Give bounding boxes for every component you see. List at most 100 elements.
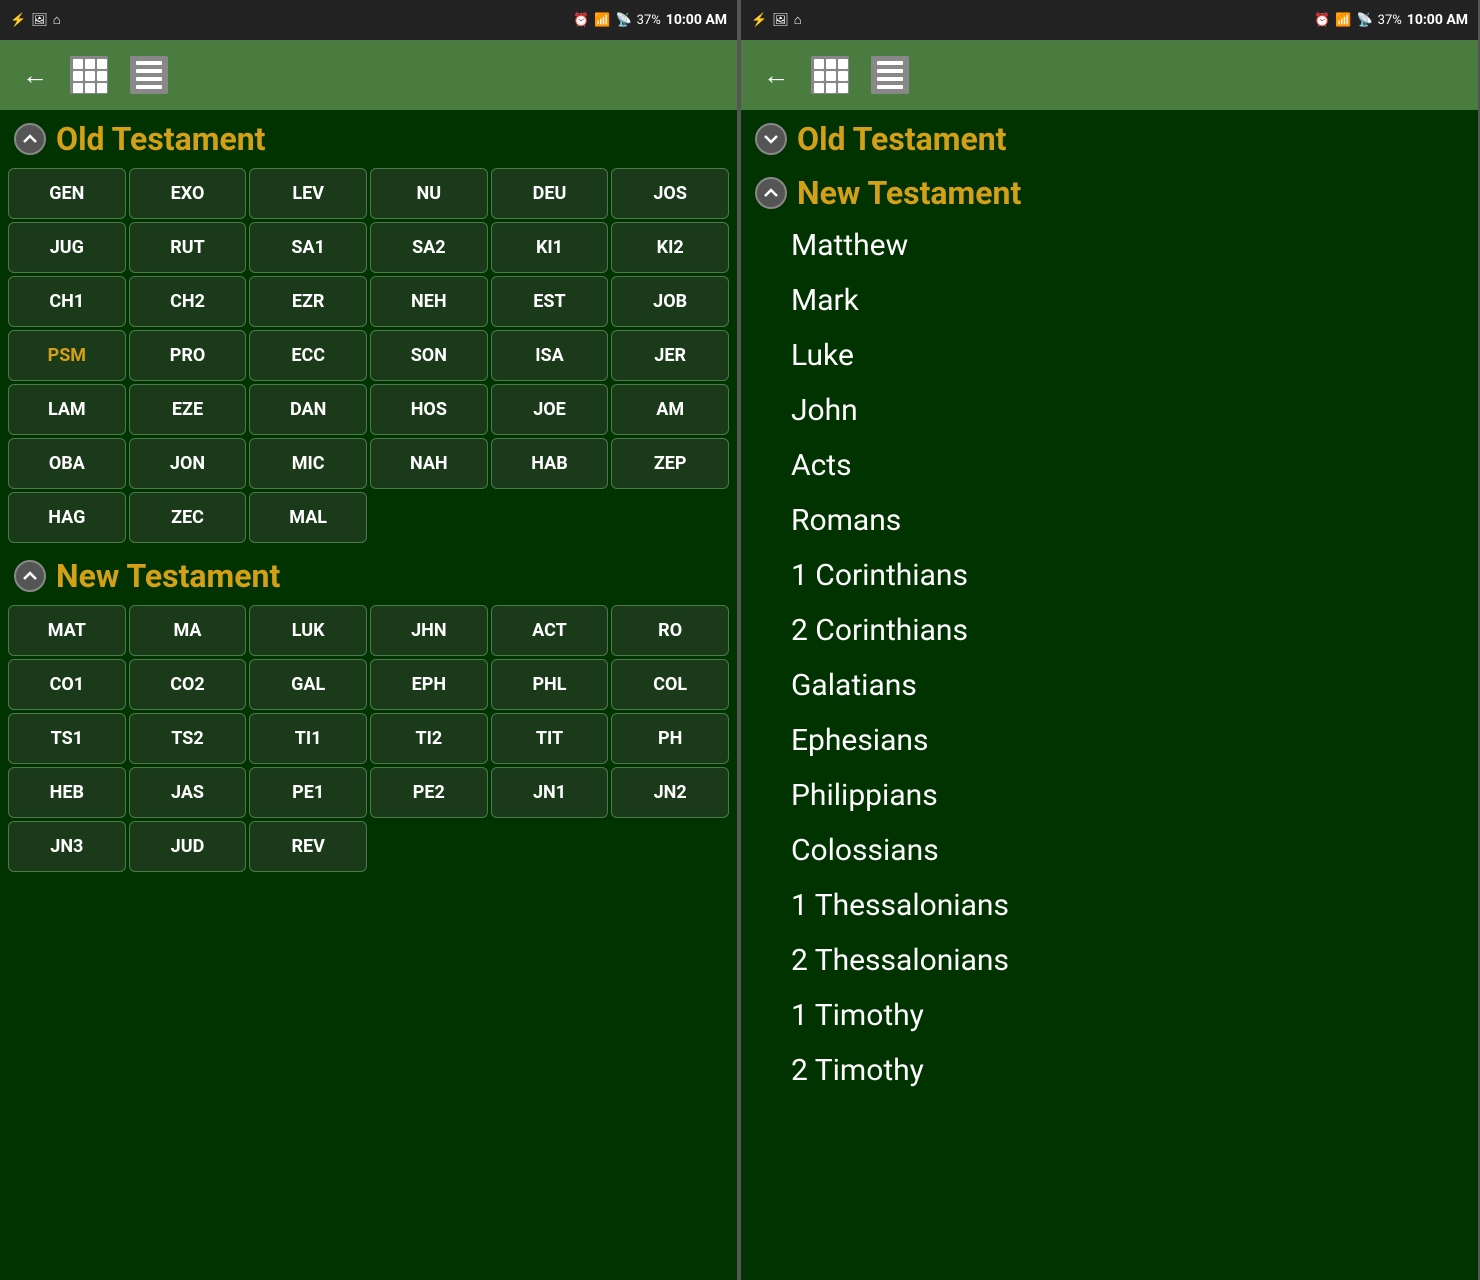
book-cell-pe2[interactable]: PE2 (370, 767, 488, 818)
book-cell-am[interactable]: AM (611, 384, 729, 435)
book-cell-psm[interactable]: PSM (8, 330, 126, 381)
book-cell-ph[interactable]: PH (611, 713, 729, 764)
book-cell-nu[interactable]: NU (370, 168, 488, 219)
book-cell-luk[interactable]: LUK (249, 605, 367, 656)
book-cell-est[interactable]: EST (491, 276, 609, 327)
book-cell-ts2[interactable]: TS2 (129, 713, 247, 764)
book-cell-ecc[interactable]: ECC (249, 330, 367, 381)
new-testament-title-left: New Testament (56, 557, 280, 595)
status-bar-right: ⚡ 🖼 ⌂ ⏰ 📶 📡 37% 10:00 AM (741, 0, 1478, 40)
book-cell-tit[interactable]: TIT (491, 713, 609, 764)
book-cell-ki1[interactable]: KI1 (491, 222, 609, 273)
book-cell-jn3[interactable]: JN3 (8, 821, 126, 872)
book-cell-mat[interactable]: MAT (8, 605, 126, 656)
book-cell-jhn[interactable]: JHN (370, 605, 488, 656)
list-item-ephesians[interactable]: Ephesians (741, 713, 1478, 768)
list-item-john[interactable]: John (741, 383, 1478, 438)
list-item-2-thessalonians[interactable]: 2 Thessalonians (741, 933, 1478, 988)
book-cell-sa2[interactable]: SA2 (370, 222, 488, 273)
book-cell-deu[interactable]: DEU (491, 168, 609, 219)
book-cell-ro[interactable]: RO (611, 605, 729, 656)
book-cell-jas[interactable]: JAS (129, 767, 247, 818)
list-item-mark[interactable]: Mark (741, 273, 1478, 328)
book-cell-co2[interactable]: CO2 (129, 659, 247, 710)
book-cell-eze[interactable]: EZE (129, 384, 247, 435)
book-cell-jn2[interactable]: JN2 (611, 767, 729, 818)
old-testament-header-right: Old Testament (741, 110, 1478, 164)
book-cell-zec[interactable]: ZEC (129, 492, 247, 543)
book-cell-mal[interactable]: MAL (249, 492, 367, 543)
battery-right: 37% (1378, 13, 1402, 28)
book-cell-jug[interactable]: JUG (8, 222, 126, 273)
book-cell-lev[interactable]: LEV (249, 168, 367, 219)
book-cell-dan[interactable]: DAN (249, 384, 367, 435)
grid-view-button-left[interactable] (66, 52, 112, 98)
grid-view-button-right[interactable] (807, 52, 853, 98)
back-button-left[interactable]: ← (18, 58, 52, 92)
new-testament-chevron-right[interactable] (755, 177, 787, 209)
book-cell-gen[interactable]: GEN (8, 168, 126, 219)
book-cell-ch2[interactable]: CH2 (129, 276, 247, 327)
book-cell-ezr[interactable]: EZR (249, 276, 367, 327)
book-cell-rev[interactable]: REV (249, 821, 367, 872)
book-cell-jer[interactable]: JER (611, 330, 729, 381)
book-cell-zep[interactable]: ZEP (611, 438, 729, 489)
status-right-left: ⏰ 📶 📡 37% 10:00 AM (573, 12, 727, 28)
book-cell-isa[interactable]: ISA (491, 330, 609, 381)
book-cell-jos[interactable]: JOS (611, 168, 729, 219)
book-cell-ch1[interactable]: CH1 (8, 276, 126, 327)
book-cell-act[interactable]: ACT (491, 605, 609, 656)
list-item-2-corinthians[interactable]: 2 Corinthians (741, 603, 1478, 658)
list-item-galatians[interactable]: Galatians (741, 658, 1478, 713)
book-cell-heb[interactable]: HEB (8, 767, 126, 818)
list-item-acts[interactable]: Acts (741, 438, 1478, 493)
list-item-2-timothy[interactable]: 2 Timothy (741, 1043, 1478, 1098)
book-cell-ti1[interactable]: TI1 (249, 713, 367, 764)
book-cell-hab[interactable]: HAB (491, 438, 609, 489)
book-cell-job[interactable]: JOB (611, 276, 729, 327)
book-cell-col[interactable]: COL (611, 659, 729, 710)
book-cell-sa1[interactable]: SA1 (249, 222, 367, 273)
left-panel: ⚡ 🖼 ⌂ ⏰ 📶 📡 37% 10:00 AM ← (0, 0, 739, 1280)
book-cell-nah[interactable]: NAH (370, 438, 488, 489)
list-view-button-left[interactable] (126, 52, 172, 98)
list-item-luke[interactable]: Luke (741, 328, 1478, 383)
book-cell-ts1[interactable]: TS1 (8, 713, 126, 764)
book-cell-gal[interactable]: GAL (249, 659, 367, 710)
book-cell-pe1[interactable]: PE1 (249, 767, 367, 818)
list-item-1-thessalonians[interactable]: 1 Thessalonians (741, 878, 1478, 933)
wifi-icon: 📶 (594, 13, 610, 28)
book-cell-rut[interactable]: RUT (129, 222, 247, 273)
book-cell-lam[interactable]: LAM (8, 384, 126, 435)
book-cell-ma[interactable]: MA (129, 605, 247, 656)
book-cell-ki2[interactable]: KI2 (611, 222, 729, 273)
back-button-right[interactable]: ← (759, 58, 793, 92)
list-item-romans[interactable]: Romans (741, 493, 1478, 548)
list-item-1-corinthians[interactable]: 1 Corinthians (741, 548, 1478, 603)
book-cell-exo[interactable]: EXO (129, 168, 247, 219)
list-item-colossians[interactable]: Colossians (741, 823, 1478, 878)
list-view-button-right[interactable] (867, 52, 913, 98)
book-cell-phl[interactable]: PHL (491, 659, 609, 710)
book-cell-co1[interactable]: CO1 (8, 659, 126, 710)
book-cell-neh[interactable]: NEH (370, 276, 488, 327)
book-cell-oba[interactable]: OBA (8, 438, 126, 489)
book-cell-ti2[interactable]: TI2 (370, 713, 488, 764)
book-cell-pro[interactable]: PRO (129, 330, 247, 381)
book-cell-joe[interactable]: JOE (491, 384, 609, 435)
list-item-1-timothy[interactable]: 1 Timothy (741, 988, 1478, 1043)
list-item-matthew[interactable]: Matthew (741, 218, 1478, 273)
book-cell-hag[interactable]: HAG (8, 492, 126, 543)
list-item-philippians[interactable]: Philippians (741, 768, 1478, 823)
book-cell-jn1[interactable]: JN1 (491, 767, 609, 818)
book-cell-jud[interactable]: JUD (129, 821, 247, 872)
new-testament-chevron-left[interactable] (14, 560, 46, 592)
book-cell-mic[interactable]: MIC (249, 438, 367, 489)
book-cell-son[interactable]: SON (370, 330, 488, 381)
book-cell-hos[interactable]: HOS (370, 384, 488, 435)
old-testament-chevron-right[interactable] (755, 123, 787, 155)
old-testament-chevron-left[interactable] (14, 123, 46, 155)
book-cell-eph[interactable]: EPH (370, 659, 488, 710)
book-cell-jon[interactable]: JON (129, 438, 247, 489)
new-testament-header-right: New Testament (741, 164, 1478, 218)
